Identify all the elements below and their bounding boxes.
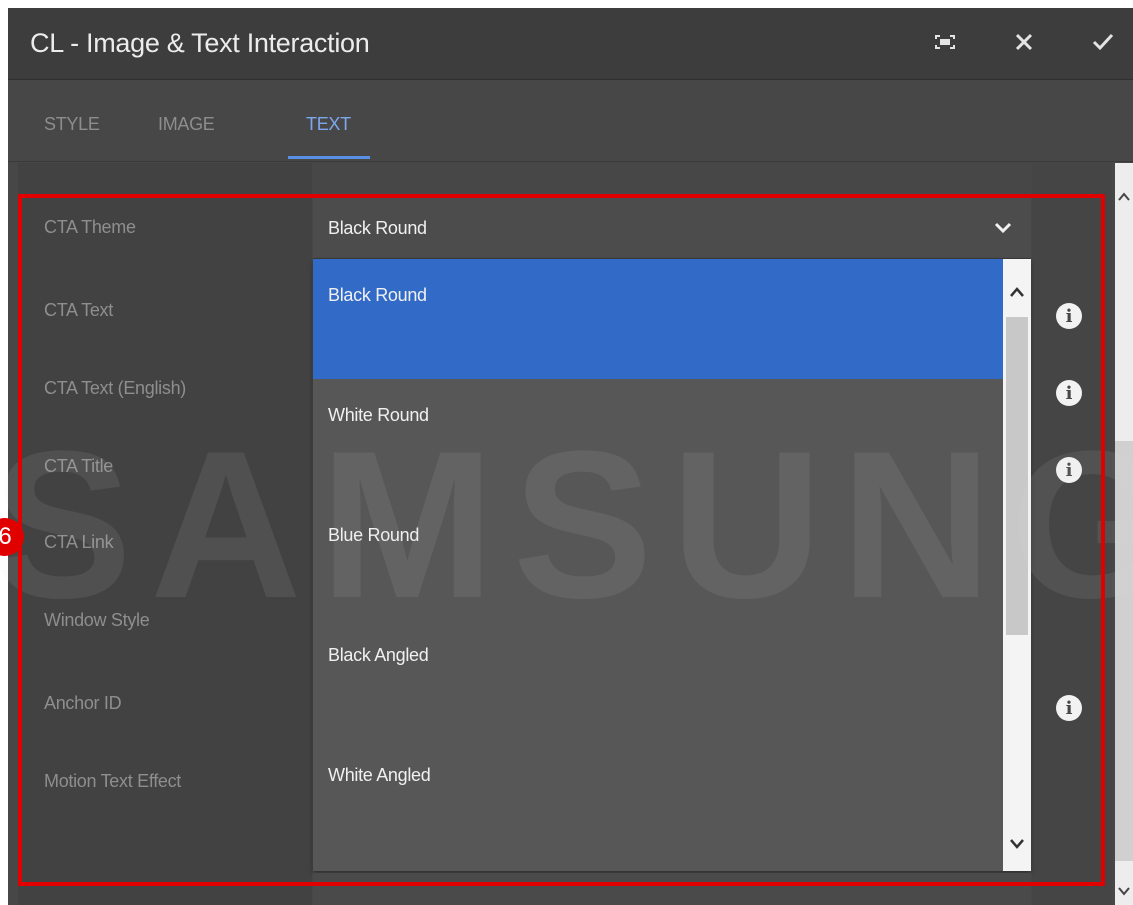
info-column	[1032, 163, 1112, 905]
field-label-cta-theme: CTA Theme	[44, 217, 136, 237]
info-icon-anchor-id[interactable]: i	[1056, 695, 1082, 721]
field-label-cta-title: CTA Title	[44, 456, 113, 476]
dropdown-option-black-angled[interactable]: Black Angled	[313, 619, 1003, 739]
dropdown-option-white-round[interactable]: White Round	[313, 379, 1003, 499]
option-label: White Angled	[328, 765, 431, 785]
option-label: White Round	[328, 405, 429, 425]
close-icon	[1015, 33, 1033, 51]
option-label: Black Round	[328, 285, 427, 305]
scroll-up-arrow-icon[interactable]	[1005, 277, 1029, 307]
form-panel: CTA Theme CTA Text CTA Text (English) CT…	[8, 163, 1133, 905]
panel-scroll-down-icon[interactable]	[1115, 879, 1133, 903]
field-label-cta-link: CTA Link	[44, 532, 114, 552]
dialog-header: CL - Image & Text Interaction	[8, 8, 1133, 80]
checkmark-icon	[1092, 33, 1114, 51]
info-icon-cta-text[interactable]: i	[1056, 303, 1082, 329]
done-button[interactable]	[1083, 22, 1123, 62]
info-icon-cta-text-english[interactable]: i	[1056, 380, 1082, 406]
field-label-motion-text-effect: Motion Text Effect	[44, 771, 182, 791]
dropdown-scrollbar-thumb[interactable]	[1006, 317, 1028, 635]
cta-theme-select[interactable]: Black Round	[313, 196, 1031, 259]
tab-image[interactable]: IMAGE	[158, 114, 215, 135]
panel-scrollbar-thumb[interactable]	[1115, 441, 1133, 861]
dropdown-scrollbar[interactable]	[1003, 259, 1031, 871]
chevron-down-icon	[994, 222, 1012, 234]
field-label-anchor-id: Anchor ID	[44, 693, 122, 713]
dialog-title: CL - Image & Text Interaction	[30, 28, 370, 58]
dropdown-option-white-angled[interactable]: White Angled	[313, 739, 1003, 859]
close-button[interactable]	[1004, 22, 1044, 62]
label-column: CTA Theme CTA Text CTA Text (English) CT…	[18, 163, 312, 905]
field-label-window-style: Window Style	[44, 610, 150, 630]
option-label: Black Angled	[328, 645, 429, 665]
cta-theme-selected-value: Black Round	[328, 218, 427, 238]
field-label-cta-text-english: CTA Text (English)	[44, 378, 186, 398]
option-label: Blue Round	[328, 525, 420, 545]
dialog-window: CL - Image & Text Interaction STYLE IMAG…	[8, 8, 1133, 905]
panel-scrollbar[interactable]	[1115, 163, 1133, 905]
info-icon-cta-title[interactable]: i	[1056, 457, 1082, 483]
dropdown-option-black-round[interactable]: Black Round	[313, 259, 1003, 379]
active-tab-indicator	[288, 156, 370, 159]
tab-text[interactable]: TEXT	[306, 114, 351, 135]
dropdown-option-blue-round[interactable]: Blue Round	[313, 499, 1003, 619]
tab-style[interactable]: STYLE	[44, 114, 100, 135]
panel-scroll-up-icon[interactable]	[1115, 185, 1133, 209]
scroll-down-arrow-icon[interactable]	[1005, 829, 1029, 859]
next-field-control[interactable]	[313, 873, 1031, 905]
tab-bar: STYLE IMAGE TEXT	[8, 80, 1133, 162]
cta-theme-dropdown-list: Black Round White Round Blue Round Black…	[313, 259, 1031, 871]
fullscreen-button[interactable]	[925, 22, 965, 62]
field-label-cta-text: CTA Text	[44, 300, 113, 320]
fullscreen-icon	[935, 35, 955, 49]
